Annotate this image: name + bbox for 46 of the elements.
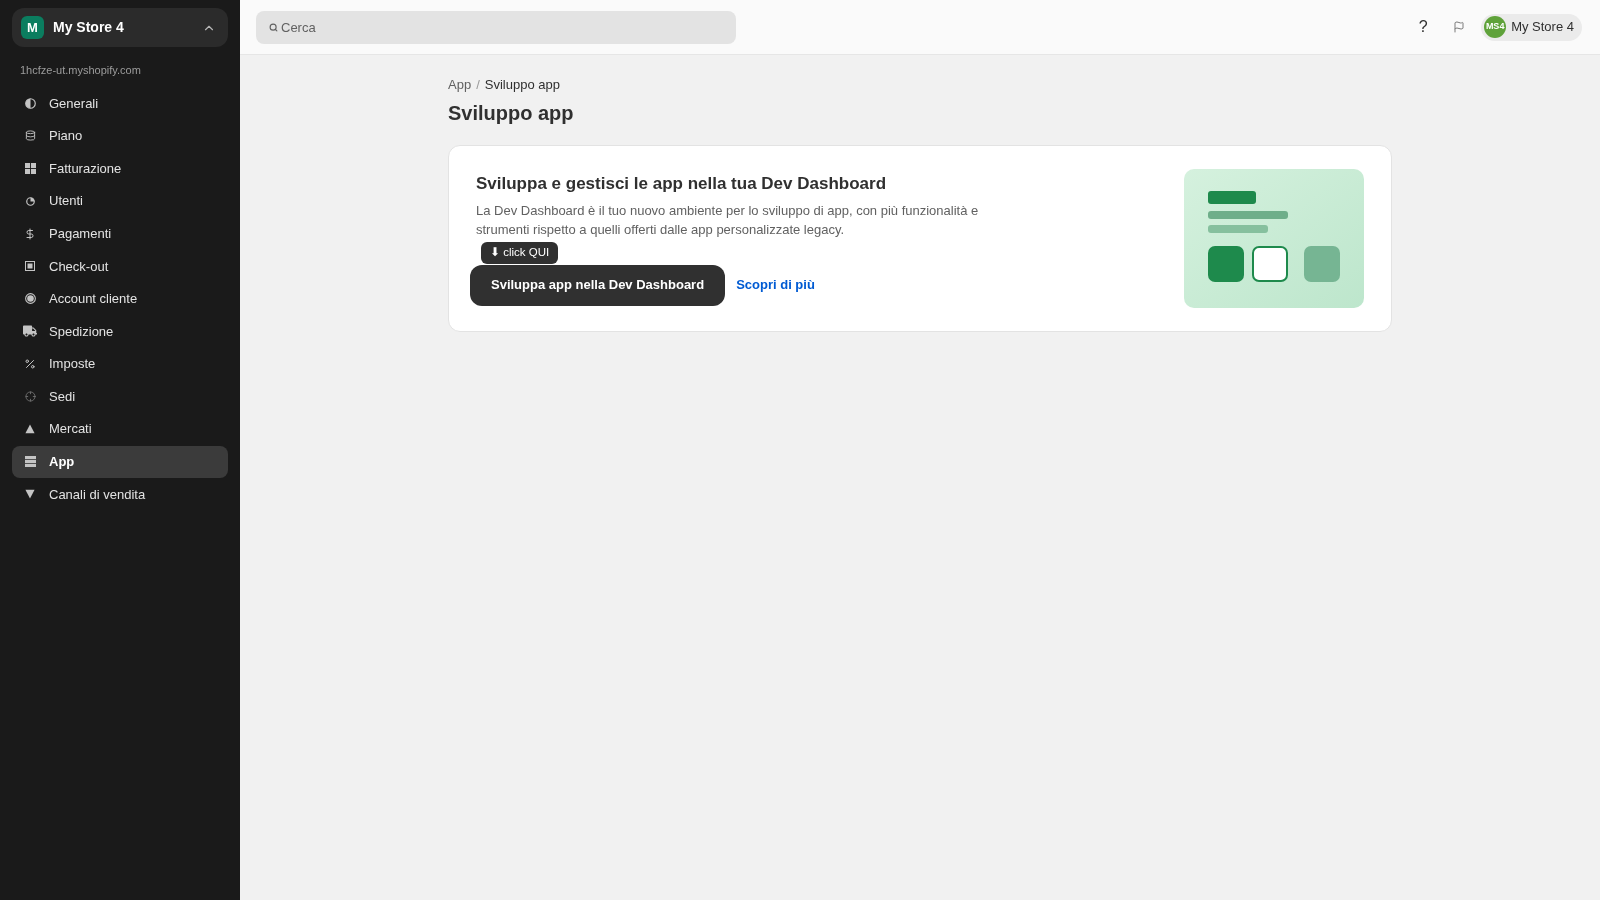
sidebar-item[interactable]: Fatturazione (12, 152, 228, 185)
account-menu[interactable]: MS4 My Store 4 (1481, 13, 1582, 41)
search-field[interactable]: Cerca (256, 10, 736, 44)
grid-icon (24, 163, 36, 174)
database-icon (24, 130, 36, 142)
search-icon (269, 22, 278, 32)
store-switcher[interactable]: M My Store 4 (12, 8, 228, 47)
sidebar-item[interactable]: Sedi (12, 380, 228, 413)
breadcrumb-separator: / (476, 77, 480, 93)
contrast-icon (24, 97, 36, 109)
card-description: La Dev Dashboard è il tuo nuovo ambiente per lo sviluppo di app, con più funzionalità e strumenti rispetto a quelli offerti dalle app personalizzate legacy. (476, 201, 980, 239)
triangle-icon (25, 424, 35, 435)
sidebar-item[interactable]: App (12, 445, 228, 479)
percent-icon (24, 358, 36, 371)
page-title: Sviluppo app (448, 101, 575, 126)
card-heading: Sviluppa e gestisci le app nella tua Dev Dashboard (476, 172, 888, 195)
sidebar-item[interactable]: Generali (12, 87, 228, 120)
learn-more-link[interactable]: Scopri di più (736, 275, 815, 295)
sidebar-item[interactable]: Piano (12, 119, 228, 153)
tooltip: ⬇ click QUI (481, 241, 559, 264)
sidebar-item[interactable]: Account cliente (12, 282, 228, 316)
breadcrumb-link[interactable]: App (448, 77, 472, 93)
sidebar-item[interactable]: Pagamenti (12, 217, 228, 250)
dollar-icon (24, 227, 36, 240)
flag-icon (1453, 21, 1466, 33)
sidebar-item[interactable]: Canali di vendita (12, 478, 228, 511)
account-name: My Store 4 (1511, 18, 1574, 37)
help-button[interactable]: ? (1409, 13, 1438, 41)
caret-down-icon (25, 489, 35, 500)
sidebar-item[interactable]: Mercati (12, 412, 228, 446)
sidebar-item[interactable]: Check-out (12, 249, 228, 283)
dev-dashboard-button[interactable]: Sviluppa app nella Dev Dashboard (470, 264, 726, 306)
store-avatar: M (21, 16, 44, 39)
sidebar-item[interactable]: Imposte (12, 347, 228, 381)
pie-icon (25, 196, 35, 206)
truck-icon (23, 324, 37, 339)
breadcrumb-current: Sviluppo app (484, 77, 560, 93)
sidebar-item[interactable]: Spedizione (12, 315, 228, 348)
radio-icon (24, 293, 36, 305)
store-domain: 1hcfze-ut.myshopify.com (19, 63, 142, 77)
crosshair-icon (24, 391, 36, 403)
store-name: My Store 4 (53, 18, 125, 37)
square-icon (25, 261, 35, 272)
list-icon (24, 456, 36, 468)
sidebar-item[interactable]: Utenti (12, 184, 228, 218)
account-avatar: MS4 (1484, 16, 1507, 38)
